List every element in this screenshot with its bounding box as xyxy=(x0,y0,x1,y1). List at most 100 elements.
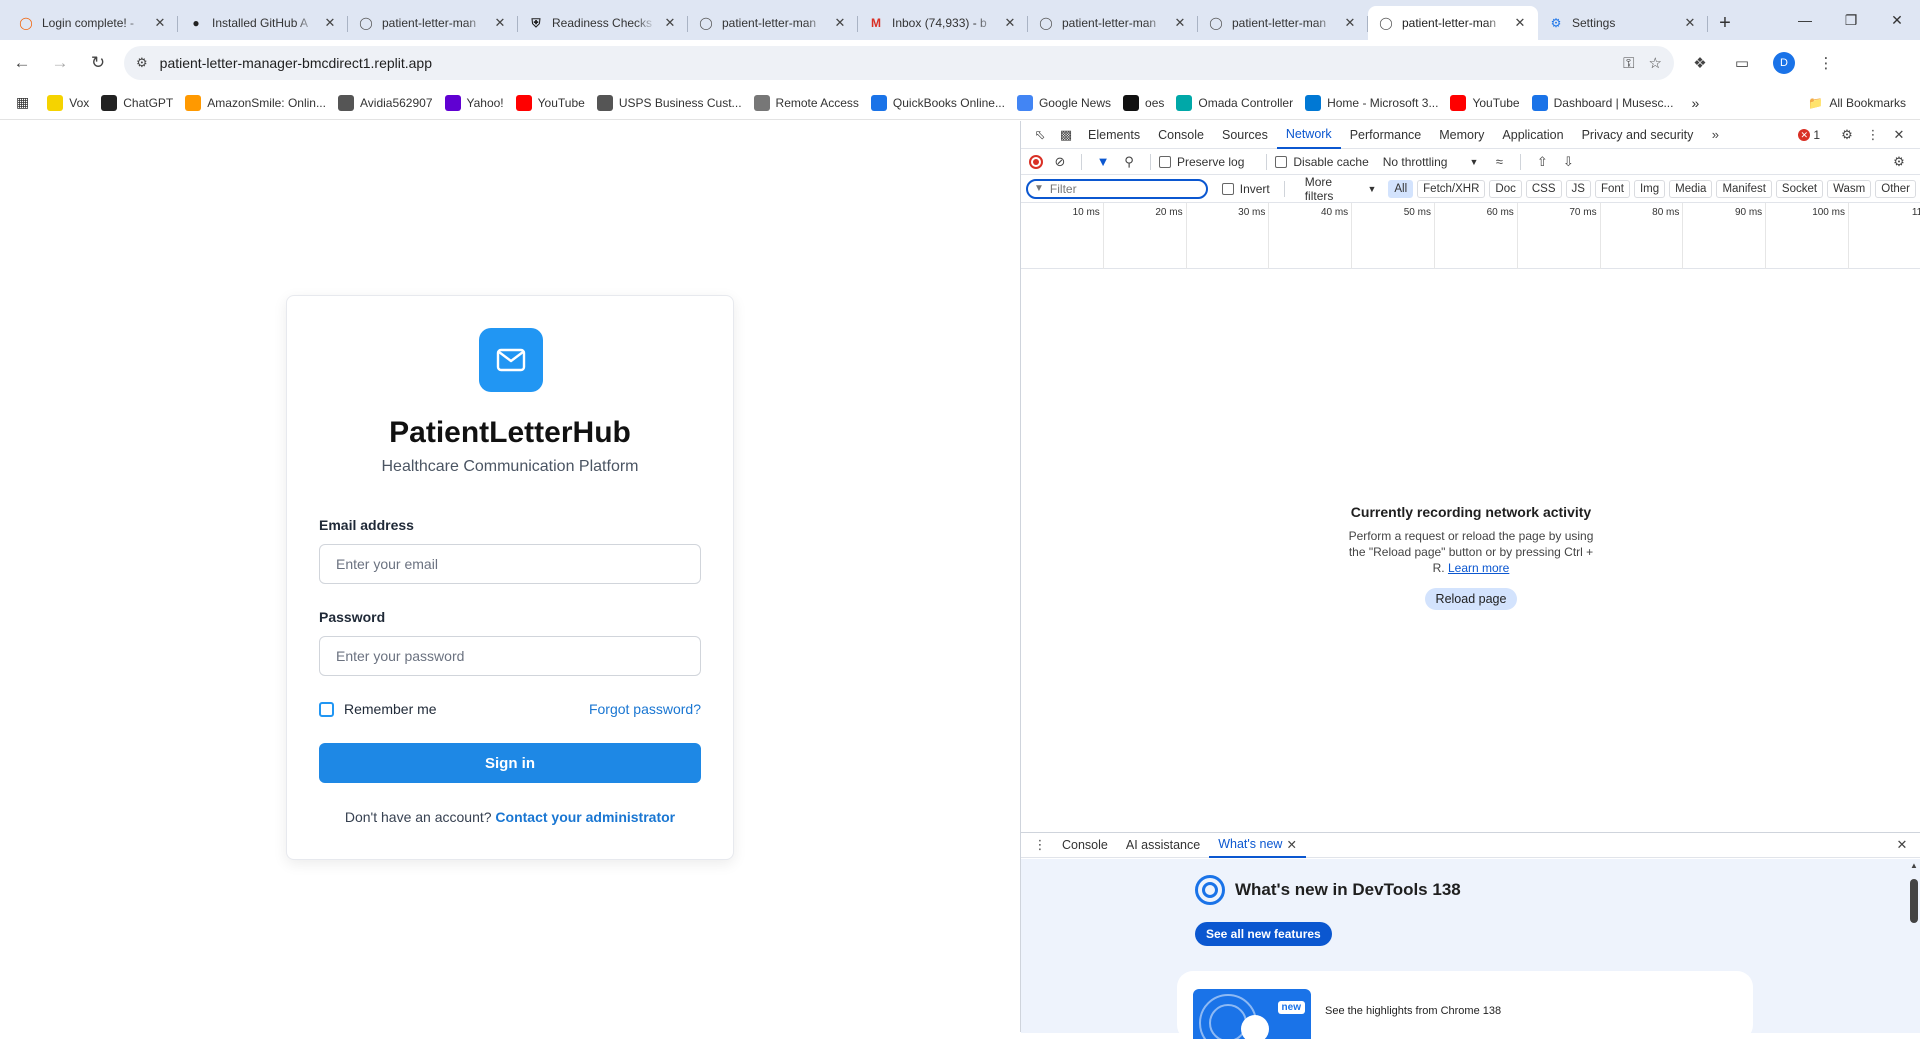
tab-close-icon[interactable]: ✕ xyxy=(1002,15,1018,31)
bookmark-item[interactable]: ChatGPT xyxy=(101,94,173,111)
sign-in-button[interactable]: Sign in xyxy=(319,743,701,783)
browser-tab[interactable]: M Inbox (74,933) - b ✕ xyxy=(858,6,1028,40)
drawer-close-icon[interactable]: ✕ xyxy=(1889,832,1915,858)
new-tab-button[interactable]: + xyxy=(1708,6,1742,40)
browser-tab[interactable]: ◯ patient-letter-man ✕ xyxy=(1198,6,1368,40)
network-overview-timeline[interactable]: 10 ms 20 ms 30 ms 40 ms 50 ms 60 ms 70 ms 80 ms… xyxy=(1021,203,1920,269)
more-filters-dropdown[interactable]: More filters ▼ xyxy=(1305,175,1377,203)
bookmark-item[interactable]: Avidia562907 xyxy=(337,94,433,111)
site-info-icon[interactable]: ⚙ xyxy=(136,55,148,71)
bookmark-item[interactable]: Remote Access xyxy=(753,94,859,111)
bookmark-item[interactable]: USPS Business Cust... xyxy=(596,94,742,111)
preserve-log-checkbox[interactable] xyxy=(1159,155,1171,168)
error-counter[interactable]: ✕ 1 xyxy=(1798,128,1820,142)
resource-filter-chip[interactable]: Media xyxy=(1669,179,1713,198)
tab-close-icon[interactable]: ✕ xyxy=(1682,15,1698,31)
tab-close-icon[interactable]: ✕ xyxy=(1342,15,1358,31)
profile-avatar[interactable]: D xyxy=(1768,47,1800,79)
devtools-tab[interactable]: Console xyxy=(1149,121,1213,149)
drawer-tab[interactable]: AI assistance xyxy=(1117,833,1209,858)
bookmark-item[interactable]: YouTube xyxy=(1450,94,1520,111)
inspect-element-icon[interactable]: ⬁ xyxy=(1027,122,1053,148)
device-toolbar-icon[interactable]: ▩ xyxy=(1053,122,1079,148)
side-panel-icon[interactable]: ▭ xyxy=(1726,47,1758,79)
devtools-tab[interactable]: Privacy and security xyxy=(1573,121,1703,149)
browser-tab[interactable]: ● Installed GitHub A ✕ xyxy=(178,6,348,40)
resource-filter-chip[interactable]: JS xyxy=(1565,179,1591,198)
password-key-icon[interactable]: ⚿ xyxy=(1623,55,1634,72)
resource-filter-chip[interactable]: CSS xyxy=(1525,179,1562,198)
resource-filter-chip[interactable]: Font xyxy=(1594,179,1630,198)
bookmark-item[interactable]: Dashboard | Musesc... xyxy=(1531,94,1673,111)
browser-tab[interactable]: ⛨ Readiness Checks ✕ xyxy=(518,6,688,40)
remember-me[interactable]: Remember me xyxy=(319,701,437,717)
close-icon[interactable]: ✕ xyxy=(1286,837,1296,852)
apps-icon[interactable]: ▦ xyxy=(16,94,29,111)
resource-filter-chip[interactable]: Doc xyxy=(1489,179,1522,198)
tab-close-icon[interactable]: ✕ xyxy=(1512,15,1528,31)
bookmark-item[interactable]: QuickBooks Online... xyxy=(870,94,1005,111)
bookmark-item[interactable]: oes xyxy=(1123,94,1164,111)
browser-tab[interactable]: ◯ patient-letter-man ✕ xyxy=(1028,6,1198,40)
devtools-tab[interactable]: Memory xyxy=(1430,121,1493,149)
preserve-log-toggle[interactable]: Preserve log xyxy=(1159,155,1244,169)
tab-close-icon[interactable]: ✕ xyxy=(492,15,508,31)
contact-admin-link[interactable]: Contact your administrator xyxy=(495,809,675,825)
filter-input[interactable]: ▼ Filter xyxy=(1026,178,1208,199)
resource-filter-chip[interactable]: Manifest xyxy=(1716,179,1772,198)
browser-tab[interactable]: ◯ patient-letter-man ✕ xyxy=(1368,6,1538,40)
tab-close-icon[interactable]: ✕ xyxy=(662,15,678,31)
import-har-icon[interactable]: ⇧ xyxy=(1529,149,1555,175)
disable-cache-checkbox[interactable] xyxy=(1275,155,1288,168)
resource-filter-chip[interactable]: Socket xyxy=(1775,179,1824,198)
network-settings-icon[interactable]: ⚙ xyxy=(1886,149,1912,175)
tab-close-icon[interactable]: ✕ xyxy=(322,15,338,31)
extensions-icon[interactable]: ❖ xyxy=(1684,47,1716,79)
tab-close-icon[interactable]: ✕ xyxy=(832,15,848,31)
bookmark-item[interactable]: Vox xyxy=(47,94,89,111)
resource-filter-chip[interactable]: Wasm xyxy=(1827,179,1872,198)
browser-tab[interactable]: ◯ patient-letter-man ✕ xyxy=(688,6,858,40)
bookmark-item[interactable]: Google News xyxy=(1016,94,1111,111)
drawer-scrollbar[interactable]: ▲ xyxy=(1909,861,1919,1029)
throttling-select[interactable]: No throttling ▼ xyxy=(1383,155,1479,169)
invert-checkbox[interactable] xyxy=(1221,182,1234,195)
export-har-icon[interactable]: ⇩ xyxy=(1555,149,1581,175)
devtools-tab[interactable]: Application xyxy=(1493,121,1572,149)
tab-close-icon[interactable]: ✕ xyxy=(1172,15,1188,31)
drawer-tab[interactable]: Console xyxy=(1053,833,1117,858)
network-conditions-icon[interactable]: ≈ xyxy=(1486,149,1512,175)
bookmark-star-icon[interactable]: ☆ xyxy=(1649,54,1662,72)
resource-filter-chip[interactable]: All xyxy=(1388,179,1414,198)
url-text[interactable]: patient-letter-manager-bmcdirect1.replit… xyxy=(160,55,1609,71)
devtools-tab[interactable]: Elements xyxy=(1079,121,1149,149)
browser-tab[interactable]: ◯ patient-letter-man ✕ xyxy=(348,6,518,40)
reload-page-button[interactable]: Reload page xyxy=(1424,588,1518,610)
bookmark-item[interactable]: Omada Controller xyxy=(1176,94,1293,111)
resource-filter-chip[interactable]: Fetch/XHR xyxy=(1417,179,1486,198)
bookmark-item[interactable]: Home - Microsoft 3... xyxy=(1305,94,1438,111)
highlights-card[interactable]: new See the highlights from Chrome 138 xyxy=(1177,971,1753,1041)
more-tabs-icon[interactable]: » xyxy=(1702,122,1728,148)
devtools-tab[interactable]: Network xyxy=(1276,121,1341,149)
browser-menu-icon[interactable]: ⋮ xyxy=(1810,47,1842,79)
minimize-icon[interactable]: — xyxy=(1782,0,1828,40)
close-window-icon[interactable]: ✕ xyxy=(1874,0,1920,40)
tab-close-icon[interactable]: ✕ xyxy=(152,15,168,31)
devtools-tab[interactable]: Sources xyxy=(1213,121,1277,149)
bookmark-item[interactable]: AmazonSmile: Onlin... xyxy=(185,94,326,111)
invert-toggle[interactable]: Invert xyxy=(1221,182,1270,196)
remember-me-checkbox[interactable] xyxy=(319,701,334,717)
drawer-menu-icon[interactable]: ⋮ xyxy=(1027,832,1053,858)
devtools-settings-icon[interactable]: ⚙ xyxy=(1834,122,1860,148)
record-icon[interactable] xyxy=(1029,154,1043,169)
email-field[interactable] xyxy=(319,544,701,584)
search-icon[interactable]: ⚲ xyxy=(1116,149,1142,175)
devtools-close-icon[interactable]: ✕ xyxy=(1886,122,1912,148)
restore-icon[interactable]: ❐ xyxy=(1828,0,1874,40)
browser-tab[interactable]: ◯ Login complete! - ✕ xyxy=(8,6,178,40)
reload-icon[interactable]: ↻ xyxy=(82,47,114,79)
clear-icon[interactable]: ⊘ xyxy=(1047,149,1073,175)
bookmark-item[interactable]: YouTube xyxy=(515,94,585,111)
bookmarks-overflow-icon[interactable]: » xyxy=(1691,95,1699,111)
